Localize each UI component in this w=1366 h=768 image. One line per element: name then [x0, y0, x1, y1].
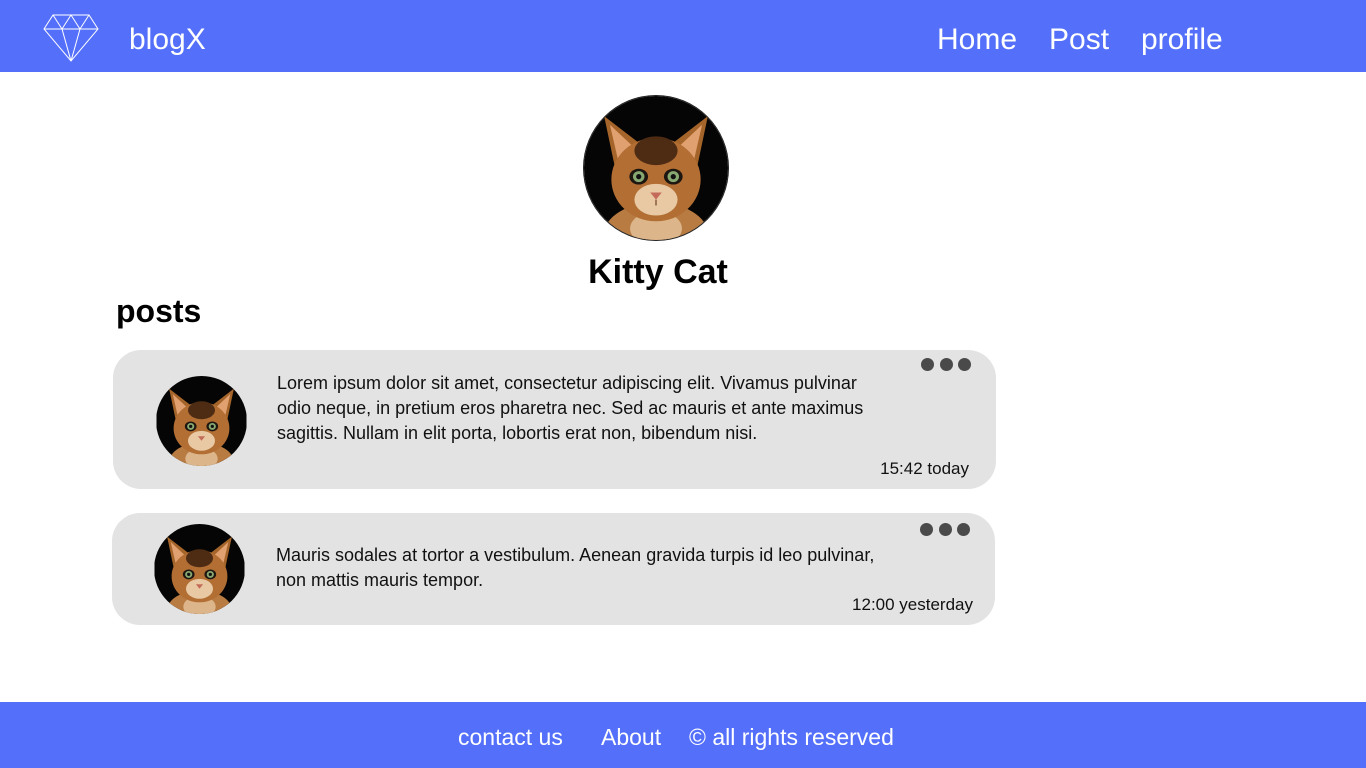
post-text: Mauris sodales at tortor a vestibulum. A… [276, 545, 875, 590]
post-card[interactable]: Mauris sodales at tortor a vestibulum. A… [112, 513, 995, 625]
post-timestamp: 15:42 today [880, 459, 969, 478]
nav-home-link[interactable]: Home [937, 20, 1017, 60]
page: blogX Home Post profile Kitty Cat posts … [0, 0, 1366, 768]
more-dots-icon[interactable] [920, 523, 970, 536]
top-navbar: blogX Home Post profile [0, 0, 1366, 72]
posts-heading: posts [116, 293, 202, 329]
post-author-avatar[interactable] [156, 376, 247, 466]
post-text: Lorem ipsum dolor sit amet, consectetur … [277, 373, 864, 443]
profile-name: Kitty Cat [588, 253, 728, 291]
profile-avatar [584, 96, 728, 240]
post-card[interactable]: Lorem ipsum dolor sit amet, consectetur … [113, 350, 996, 489]
footer-contact-link[interactable]: contact us [458, 722, 563, 752]
post-timestamp: 12:00 yesterday [852, 595, 973, 614]
more-dots-icon[interactable] [921, 358, 971, 371]
diamond-icon[interactable] [43, 14, 99, 62]
footer-about-link[interactable]: About [601, 722, 661, 752]
footer-copyright: © all rights reserved [689, 724, 894, 750]
post-author-avatar[interactable] [154, 524, 245, 614]
nav-profile-link[interactable]: profile [1141, 20, 1223, 60]
nav-post-link[interactable]: Post [1049, 20, 1109, 60]
footer: contact us About © all rights reserved [0, 702, 1366, 768]
brand-name[interactable]: blogX [129, 20, 206, 60]
